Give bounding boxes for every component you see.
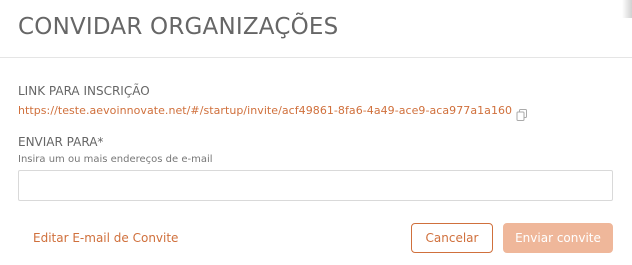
send-to-label: ENVIAR PARA* (18, 135, 104, 149)
send-to-hint: Insira um ou mais endereços de e-mail (18, 154, 213, 165)
edge-shadow (622, 0, 632, 18)
send-invite-button[interactable]: Enviar convite (503, 223, 613, 253)
modal-title: CONVIDAR ORGANIZAÇÕES (18, 14, 339, 40)
cancel-button[interactable]: Cancelar (411, 223, 493, 253)
signup-link-row: https://teste.aevoinnovate.net/#/startup… (18, 103, 528, 121)
copy-icon-graphic (516, 109, 528, 121)
email-input[interactable] (18, 170, 613, 201)
signup-link[interactable]: https://teste.aevoinnovate.net/#/startup… (18, 103, 512, 119)
signup-link-label: LINK PARA INSCRIÇÃO (18, 84, 150, 98)
invite-organizations-modal: CONVIDAR ORGANIZAÇÕES LINK PARA INSCRIÇÃ… (0, 0, 632, 265)
modal-header: CONVIDAR ORGANIZAÇÕES (0, 0, 632, 58)
copy-icon[interactable] (516, 106, 528, 121)
edit-invite-email-link[interactable]: Editar E-mail de Convite (33, 230, 178, 246)
